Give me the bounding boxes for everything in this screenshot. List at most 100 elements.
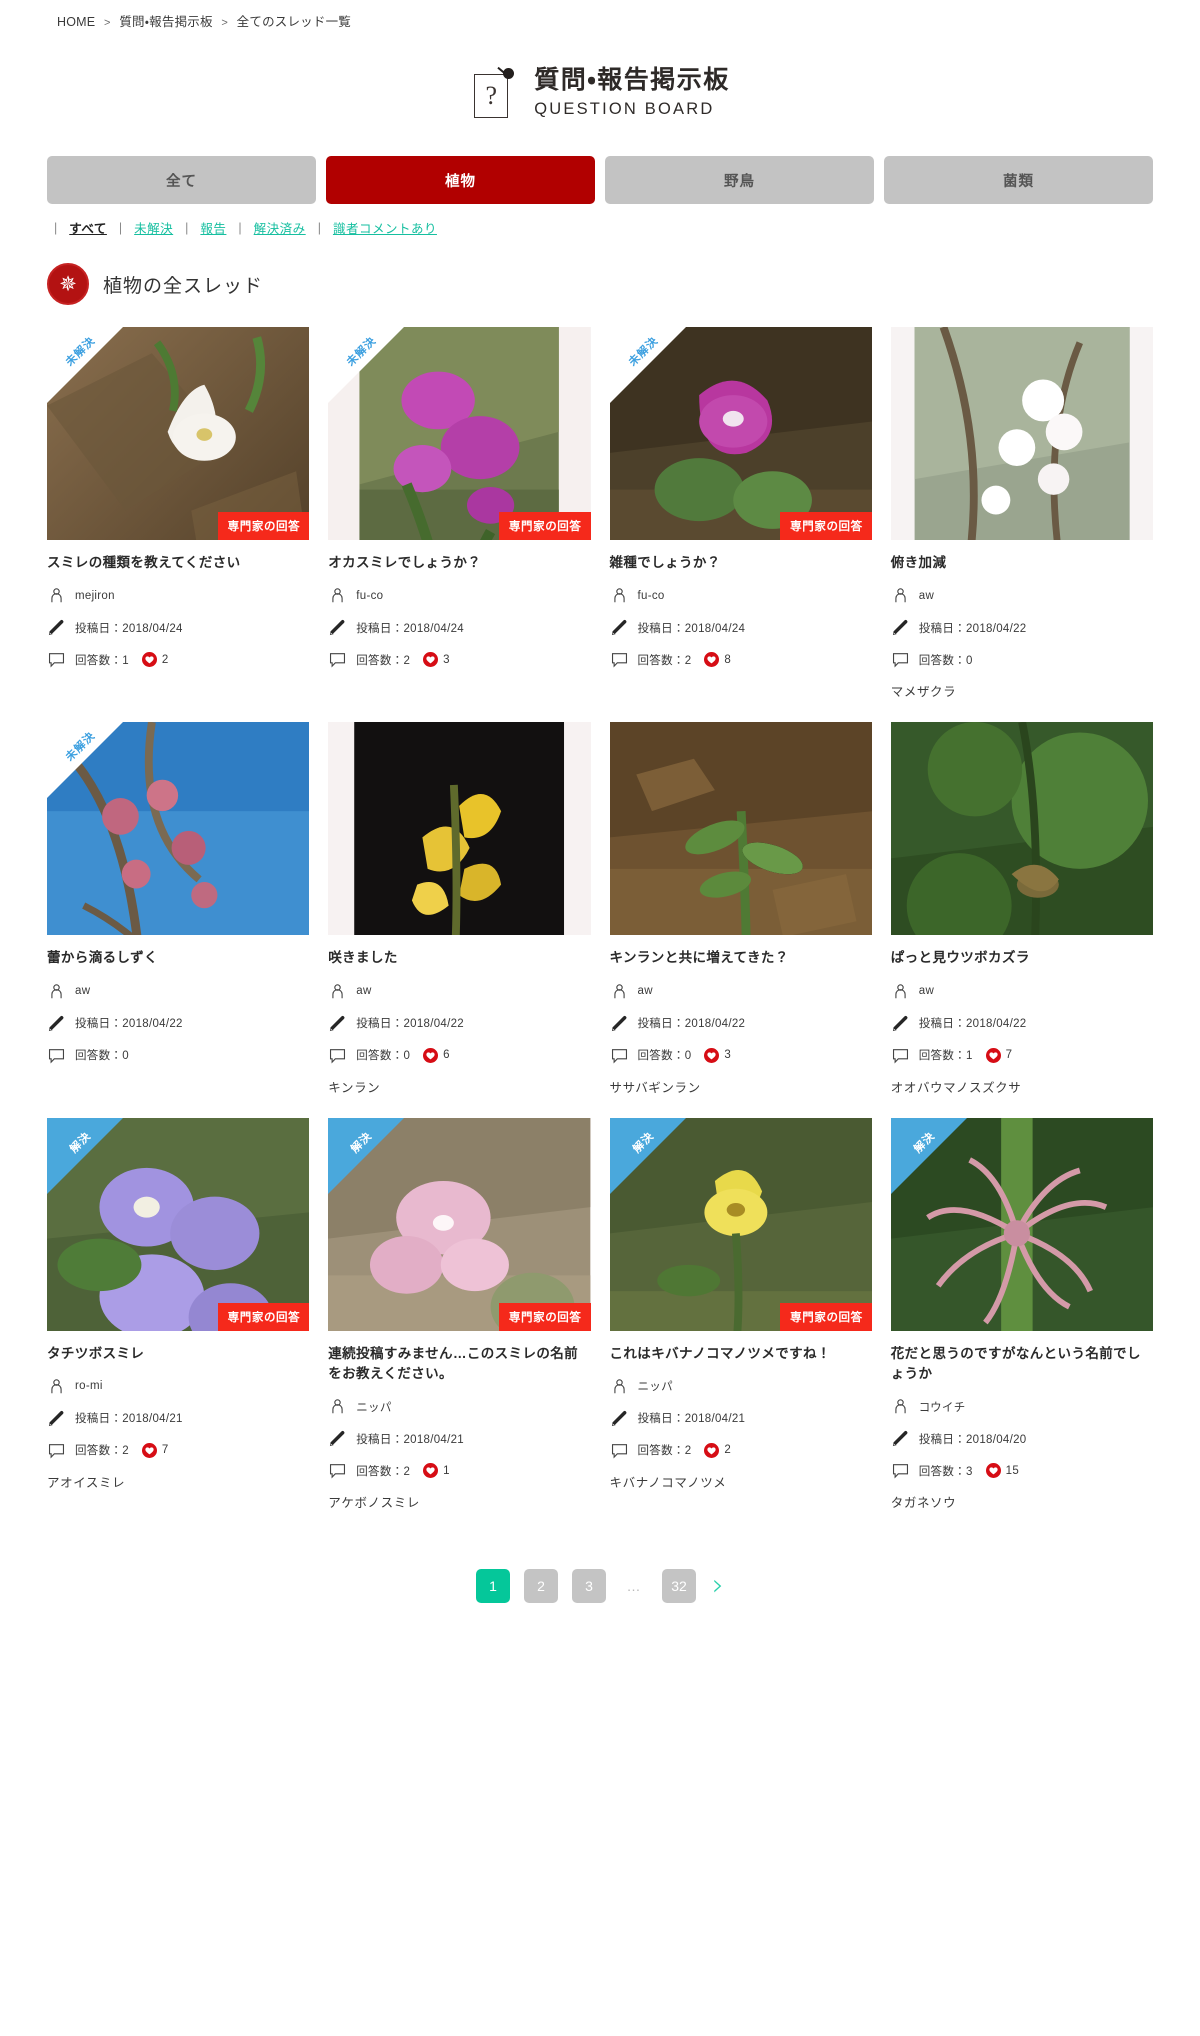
thread-title[interactable]: タチツボスミレ (47, 1344, 309, 1364)
heart-icon (985, 1047, 1001, 1063)
user-icon (51, 1379, 62, 1393)
filter-solved[interactable]: 解決済み (249, 218, 311, 237)
pencil-icon (48, 620, 64, 636)
thread-thumbnail-wrap[interactable]: 解決 専門家の回答 (328, 1117, 591, 1331)
filter-report[interactable]: 報告 (195, 218, 231, 237)
thread-author-name: ニッパ (356, 1401, 392, 1414)
thread-answer-count: 回答数：0 (356, 1050, 411, 1062)
tab-fungi[interactable]: 菌類 (884, 156, 1153, 204)
thread-thumbnail-wrap[interactable]: 解決 専門家の回答 (47, 1117, 310, 1331)
like-count-value: 8 (724, 653, 732, 666)
thread-title[interactable]: 連続投稿すみません…このスミレの名前をお教えください。 (328, 1344, 590, 1385)
thread-title[interactable]: 咲きました (328, 948, 590, 968)
thread-card[interactable]: 咲きました aw 投稿日：2018/04/22 回答数：0 6 キンラン (328, 722, 591, 1095)
thread-card[interactable]: キンランと共に増えてきた？ aw 投稿日：2018/04/22 回答数：0 3 ササバギン… (609, 722, 872, 1095)
comment-icon (611, 653, 627, 668)
pencil-icon (330, 620, 345, 636)
thread-thumbnail-wrap[interactable] (890, 327, 1153, 540)
breadcrumb-item-board[interactable]: 質問・報告掲示板 (119, 15, 212, 29)
heart-icon (423, 1463, 439, 1478)
thread-title[interactable]: 花だと思うのですがなんという名前でしょうか (891, 1344, 1153, 1385)
thread-answers-row: 回答数：1 2 (47, 650, 309, 669)
comment-icon (330, 1464, 346, 1479)
thread-thumbnail-wrap[interactable]: 未解決 専門家の回答 (609, 327, 872, 540)
comment-icon (330, 653, 346, 668)
thread-card[interactable]: 解決 専門家の回答連続投稿すみません…このスミレの名前をお教えください。ニッパ投稿… (328, 1117, 591, 1512)
thread-card[interactable]: 未解決 蕾から滴るしずく aw 投稿日：2018/04/22 回答数：0 (47, 722, 310, 1095)
expert-answer-badge: 専門家の回答 (217, 1302, 310, 1331)
thread-card[interactable]: 俯き加減 aw 投稿日：2018/04/22 回答数：0 マメザクラ (890, 327, 1153, 700)
thread-answer-count: 回答数：0 (637, 1050, 692, 1062)
thread-thumbnail-wrap[interactable]: 解決 専門家の回答 (609, 1117, 872, 1331)
thread-thumbnail-wrap[interactable]: 未解決 (47, 722, 310, 936)
user-icon (895, 983, 906, 998)
thread-date-row: 投稿日：2018/04/22 (328, 1014, 590, 1033)
species-name: タガネソウ (890, 1496, 957, 1510)
thread-author-name: fu-co (637, 589, 665, 602)
status-filter-bar: | すべて | 未解決 | 報告 | 解決済み | 識者コメントあり (0, 218, 1200, 237)
thread-thumbnail-wrap[interactable] (609, 722, 872, 936)
thread-title[interactable]: これはキバナノコマノツメですね！ (610, 1344, 872, 1364)
thread-card[interactable]: 未解決 専門家の回答 スミレの種類を教えてください mejiron 投稿日：2018/0… (47, 327, 310, 700)
user-icon (51, 588, 62, 603)
thread-thumbnail-wrap[interactable] (328, 722, 591, 936)
page-button-1[interactable]: 1 (476, 1569, 510, 1603)
thread-date-row: 投稿日：2018/04/22 (891, 1014, 1153, 1033)
tab-all[interactable]: 全て (47, 156, 316, 204)
pencil-icon (330, 1015, 345, 1031)
thread-card[interactable]: 未解決 専門家の回答 雑種でしょうか？ fu-co 投稿日：2018/04/24 回答数：… (609, 327, 872, 700)
thread-thumbnail (47, 1117, 310, 1331)
filter-expert-comment[interactable]: 識者コメントあり (328, 218, 442, 237)
thread-thumbnail-wrap[interactable] (890, 722, 1153, 936)
heart-icon (423, 652, 439, 668)
pencil-icon (611, 1410, 626, 1426)
thread-author-name: fu-co (356, 589, 384, 602)
tab-plants[interactable]: 植物 (326, 156, 595, 204)
chevron-right-icon[interactable]: › (712, 1571, 724, 1601)
like-count: 7 (985, 1047, 1013, 1063)
user-icon (332, 983, 343, 998)
thread-thumbnail-wrap[interactable]: 未解決 専門家の回答 (47, 327, 310, 540)
thread-answers-row: 回答数：0 6 (328, 1046, 590, 1065)
like-count: 15 (985, 1463, 1019, 1478)
page-button-2[interactable]: 2 (524, 1569, 558, 1603)
thread-title[interactable]: ぱっと見ウツボカズラ (891, 948, 1153, 968)
thread-date-row: 投稿日：2018/04/22 (891, 618, 1153, 637)
thread-title[interactable]: スミレの種類を教えてください (47, 553, 309, 573)
thread-author-name: ro-mi (75, 1380, 103, 1393)
like-count: 6 (423, 1047, 450, 1063)
thread-title[interactable]: 蕾から滴るしずく (47, 948, 309, 968)
like-count-value: 7 (161, 1444, 169, 1457)
thread-thumbnail-wrap[interactable]: 解決 (890, 1117, 1153, 1331)
thread-title[interactable]: オカスミレでしょうか？ (328, 553, 590, 573)
question-board-page: HOME > 質問・報告掲示板 > 全てのスレッド一覧 ? 質問・報告掲示板 Q… (0, 0, 1200, 1603)
expert-answer-badge: 専門家の回答 (780, 512, 872, 540)
filter-all[interactable]: すべて (64, 218, 112, 237)
thread-date-row: 投稿日：2018/04/24 (328, 618, 590, 637)
thread-author-row: aw (47, 982, 309, 1001)
like-count-value: 2 (161, 653, 169, 666)
page-button-last[interactable]: 32 (662, 1569, 696, 1603)
thread-card[interactable]: 解決 専門家の回答 タチツボスミレ ro-mi 投稿日：2018/04/21 回答数：2 7… (47, 1117, 310, 1512)
thread-card[interactable]: 未解決 専門家の回答 オカスミレでしょうか？ fu-co 投稿日：2018/04/24 回… (328, 327, 591, 700)
tab-wild-birds[interactable]: 野鳥 (605, 156, 874, 204)
pencil-icon (892, 1015, 908, 1031)
filter-divider: | (118, 220, 123, 235)
thread-card[interactable]: ぱっと見ウツボカズラ aw 投稿日：2018/04/22 回答数：1 7 オオバウマノスズ… (890, 722, 1153, 1095)
expert-answer-badge: 専門家の回答 (780, 1302, 872, 1331)
page-button-3[interactable]: 3 (572, 1569, 606, 1603)
comment-icon (48, 1048, 65, 1064)
breadcrumb: HOME > 質問・報告掲示板 > 全てのスレッド一覧 (0, 0, 1200, 30)
thread-card[interactable]: 解決 専門家の回答 これはキバナノコマノツメですね！ ニッパ 投稿日：2018/04/2… (609, 1117, 872, 1512)
breadcrumb-item-home[interactable]: HOME (57, 15, 95, 29)
species-name: キバナノコマノツメ (609, 1475, 727, 1490)
filter-unsolved[interactable]: 未解決 (129, 218, 178, 237)
thread-author-row: aw (610, 982, 872, 1001)
thread-title[interactable]: 俯き加減 (891, 553, 1153, 573)
thread-post-date: 投稿日：2018/04/21 (356, 1433, 465, 1446)
comment-icon (48, 653, 65, 668)
thread-title[interactable]: キンランと共に増えてきた？ (610, 948, 872, 968)
thread-title[interactable]: 雑種でしょうか？ (610, 553, 872, 573)
thread-thumbnail-wrap[interactable]: 未解決 専門家の回答 (328, 327, 591, 540)
thread-card[interactable]: 解決 花だと思うのですがなんという名前でしょうか コウイチ 投稿日：2018/04/2… (890, 1117, 1153, 1512)
